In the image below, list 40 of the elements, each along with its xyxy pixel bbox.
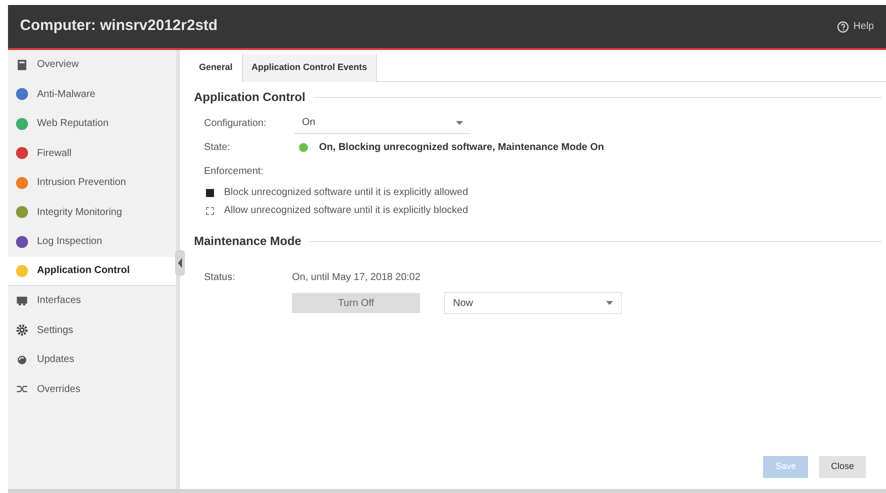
caret-icon (456, 120, 463, 124)
sidebar-item[interactable]: Application Control (8, 256, 176, 286)
field-label: Enforcement: (204, 166, 264, 177)
collapse-icon[interactable] (175, 250, 185, 276)
section-heading: Application Control (194, 89, 306, 106)
configuration-dropdown[interactable]: On (294, 112, 471, 134)
turn-off-button[interactable]: Turn Off (292, 293, 420, 313)
sidebar-item[interactable]: Updates (8, 345, 176, 374)
sidebar-item[interactable]: Log Inspection (8, 227, 176, 256)
sidebar-item[interactable]: Integrity Monitoring (8, 198, 176, 227)
updates-icon (16, 354, 28, 366)
window-title: Computer: winsrv2012r2std (20, 16, 218, 36)
sidebar-item[interactable]: Settings (8, 316, 176, 345)
field-label: Status: (204, 271, 236, 285)
radio-label: Allow unrecognized software until it is explicitly blocked (224, 204, 468, 218)
field-label: Configuration: (204, 116, 268, 130)
radio-button[interactable] (206, 206, 214, 214)
sidebar-item[interactable]: Interfaces (8, 286, 176, 316)
help-icon (837, 20, 850, 32)
sidebar-item[interactable]: Anti-Malware (8, 80, 176, 109)
settings-icon (16, 324, 28, 336)
caret-icon (606, 301, 613, 305)
status-text: On, until May 17, 2018 20:02 (292, 271, 420, 285)
section-heading: Maintenance Mode (194, 233, 302, 250)
tab[interactable]: General (190, 54, 243, 82)
field-label: State: (204, 141, 232, 155)
state-text: On, Blocking unrecognized software, Maintenance Mode On (319, 141, 604, 155)
duration-dropdown[interactable]: Now (444, 292, 622, 314)
sidebar-item[interactable]: Intrusion Prevention (8, 168, 176, 198)
sidebar-item[interactable]: Overrides (8, 374, 176, 404)
radio-button[interactable] (206, 188, 214, 196)
sidebar-item[interactable]: Web Reputation (8, 109, 176, 138)
radio-label: Block unrecognized software until it is explicitly allowed (224, 186, 468, 200)
footer-button[interactable]: Close (818, 456, 866, 478)
tab[interactable]: Application Control Events (242, 54, 378, 82)
sidebar-item[interactable]: Overview (8, 50, 176, 80)
interfaces-icon (16, 294, 28, 307)
help-button[interactable]: Help (837, 19, 874, 34)
overview-icon (16, 58, 28, 71)
sidebar-item[interactable]: Firewall (8, 138, 176, 168)
